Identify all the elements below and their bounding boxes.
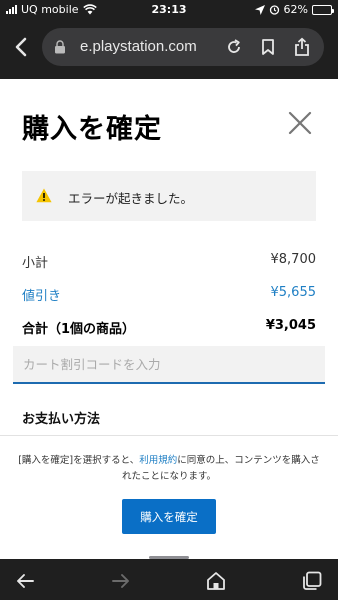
confirm-purchase-button[interactable]: 購入を確定 — [122, 499, 216, 534]
warning-icon — [36, 188, 52, 203]
url-text: e.playstation.com — [80, 38, 197, 55]
bookmark-icon[interactable] — [258, 37, 278, 57]
discount-label: 値引き — [22, 289, 62, 304]
alarm-icon — [269, 5, 279, 15]
tabs-icon[interactable] — [301, 570, 323, 592]
subtotal-label: 小計 — [22, 256, 49, 271]
reload-icon[interactable] — [224, 37, 244, 57]
close-icon[interactable] — [288, 111, 312, 135]
battery-icon — [312, 4, 334, 15]
error-banner: エラーが起きました。 — [22, 171, 316, 221]
checkout-sheet: 購入を確定 エラーが起きました。 小計 ¥8,700 値引き ¥5,655 合計… — [0, 79, 338, 559]
share-icon[interactable] — [292, 37, 312, 57]
terms-of-use-link[interactable]: 利用規約 — [139, 455, 177, 466]
error-message: エラーが起きました。 — [68, 191, 194, 206]
sheet-grab-handle[interactable] — [149, 556, 189, 559]
address-bar[interactable]: e.playstation.com — [42, 28, 324, 66]
home-icon[interactable] — [205, 570, 227, 592]
back-chevron-icon[interactable] — [8, 32, 34, 62]
forward-arrow-icon[interactable] — [110, 570, 132, 592]
browser-bottom-toolbar — [0, 562, 338, 600]
terms-notice: [購入を確定]を選択すると、利用規約に同意の上、コンテンツを購入されたことになり… — [14, 453, 324, 485]
payment-method-heading: お支払い方法 — [22, 412, 101, 427]
total-value: ¥3,045 — [265, 318, 316, 333]
location-arrow-icon — [254, 4, 265, 15]
terms-prefix: [購入を確定]を選択すると、 — [18, 455, 140, 466]
discount-value: ¥5,655 — [270, 285, 317, 300]
subtotal-value: ¥8,700 — [270, 252, 317, 267]
page-title: 購入を確定 — [22, 114, 162, 145]
coupon-code-input[interactable] — [13, 346, 325, 384]
status-right: 62% — [254, 3, 334, 16]
total-label: 合計（1個の商品） — [22, 322, 136, 337]
lock-icon — [55, 40, 65, 54]
status-bar: UQ mobile 23:13 62% — [0, 0, 338, 20]
divider — [0, 435, 338, 436]
back-arrow-icon[interactable] — [14, 570, 36, 592]
battery-percent: 62% — [283, 3, 308, 16]
browser-toolbar: e.playstation.com — [0, 22, 338, 72]
